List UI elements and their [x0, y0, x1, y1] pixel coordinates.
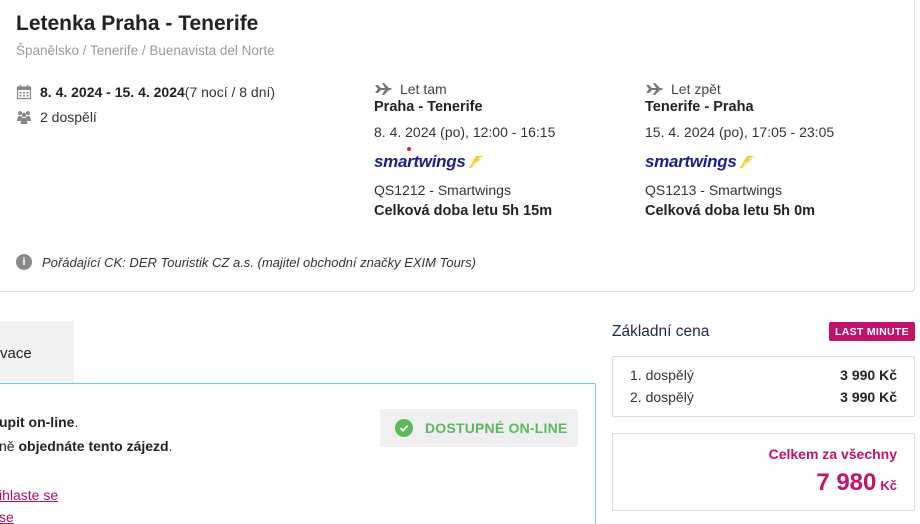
tab-label: vace [0, 345, 32, 362]
price-row-amount: 3 990 Kč [840, 389, 897, 405]
info-icon: i [16, 254, 32, 270]
airline-flash-icon [740, 156, 756, 168]
plane-icon [375, 83, 392, 95]
flight-route: Tenerife - Praha [645, 99, 754, 115]
trip-travelers: 2 dospělí [16, 109, 97, 125]
online-line-2: ně objednáte tento zájezd. [0, 438, 172, 454]
online-available-badge: DOSTUPNÉ ON-LINE [380, 409, 578, 447]
online-line-2-prefix: ně [0, 438, 19, 454]
plane-icon [646, 83, 663, 95]
flight-route: Praha - Tenerife [374, 99, 483, 115]
travelers-label: 2 dospělí [40, 109, 97, 125]
online-badge-label: DOSTUPNÉ ON-LINE [425, 420, 568, 436]
airline-flash-icon [469, 156, 485, 168]
online-line-1: upit on-line. [0, 414, 78, 430]
total-amount-currency: Kč [880, 478, 897, 493]
price-breakdown: 1. dospělý 3 990 Kč 2. dospělý 3 990 Kč [612, 356, 915, 417]
price-total: Celkem za všechny 7 980 Kč [612, 433, 915, 511]
flight-direction: Let zpět [645, 81, 834, 97]
total-label: Celkem za všechny [768, 446, 897, 462]
airline-logo: smartwings [374, 152, 555, 172]
flight-code: QS1213 - Smartwings [645, 182, 782, 198]
price-row-label: 2. dospělý [630, 389, 694, 405]
breadcrumb: Španělsko / Tenerife / Buenavista del No… [16, 43, 275, 58]
organizer-note: i Pořádající CK: DER Touristik CZ a.s. (… [16, 254, 476, 270]
online-line-1-bold: upit on-line [0, 414, 75, 430]
tab-reservation[interactable]: vace [0, 321, 74, 383]
airline-logo: smartwings [645, 152, 834, 172]
airline-logo-text: smartwings [645, 152, 737, 171]
check-icon [395, 419, 413, 437]
flight-time: 8. 4. 2024 (po), 12:00 - 16:15 [374, 124, 556, 140]
flight-duration: Celková doba letu 5h 15m [374, 203, 553, 219]
price-row-amount: 3 990 Kč [840, 367, 897, 383]
flight-direction-label: Let tam [400, 81, 447, 97]
flight-time: 15. 4. 2024 (po), 17:05 - 23:05 [645, 124, 835, 140]
flight-code: QS1212 - Smartwings [374, 182, 511, 198]
flight-duration: Celková doba letu 5h 0m [645, 203, 816, 219]
trip-dates-range: 8. 4. 2024 - 15. 4. 2024 [40, 84, 185, 100]
marker-dot [407, 147, 411, 151]
flight-direction: Let tam [374, 81, 555, 97]
organizer-text: Pořádající CK: DER Touristik CZ a.s. (ma… [42, 254, 476, 270]
flight-outbound: Let tam Praha - Tenerife 8. 4. 2024 (po)… [374, 81, 555, 219]
price-title: Základní cena [612, 323, 710, 340]
total-amount: 7 980 Kč [816, 469, 897, 497]
price-row: 1. dospělý 3 990 Kč [630, 367, 897, 383]
people-icon [17, 111, 31, 124]
trip-duration: (7 nocí / 8 dní) [184, 84, 276, 100]
last-minute-badge: LAST MINUTE [829, 322, 915, 341]
trip-dates: 8. 4. 2024 - 15. 4. 2024 (7 nocí / 8 dní… [16, 84, 275, 100]
page-title: Letenka Praha - Tenerife [16, 12, 259, 35]
register-link[interactable]: se [0, 509, 14, 524]
flight-direction-label: Let zpět [671, 81, 721, 97]
online-line-2-bold: objednáte tento zájezd [18, 438, 169, 454]
airline-logo-text: smartwings [374, 152, 466, 171]
price-row: 2. dospělý 3 990 Kč [630, 389, 897, 405]
total-amount-value: 7 980 [816, 469, 877, 496]
online-booking-panel: upit on-line. ně objednáte tento zájezd.… [0, 383, 596, 524]
login-link[interactable]: ihlaste se [0, 487, 58, 503]
calendar-icon [16, 85, 32, 100]
price-row-label: 1. dospělý [630, 367, 694, 383]
online-line-1-rest: . [74, 414, 79, 430]
flight-return: Let zpět Tenerife - Praha 15. 4. 2024 (p… [645, 81, 834, 219]
online-line-2-rest: . [168, 438, 173, 454]
